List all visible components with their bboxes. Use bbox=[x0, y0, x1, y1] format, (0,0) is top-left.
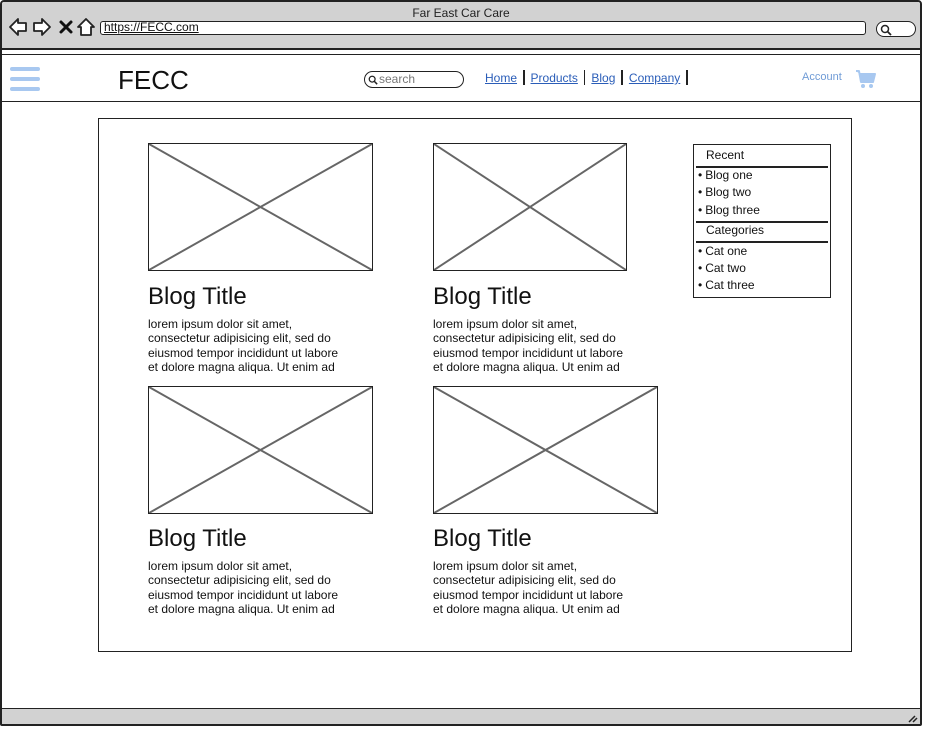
home-icon[interactable] bbox=[76, 17, 96, 37]
categories-heading: Categories bbox=[706, 223, 765, 237]
post-title[interactable]: Blog Title bbox=[433, 283, 532, 311]
image-placeholder bbox=[433, 386, 658, 514]
excerpt-line: eiusmod tempor incididunt ut labore bbox=[148, 345, 339, 360]
excerpt-line: eiusmod tempor incididunt ut labore bbox=[433, 587, 624, 602]
recent-heading: Recent bbox=[706, 148, 745, 162]
image-placeholder-icon bbox=[434, 144, 626, 270]
page-body: Blog Title lorem ipsum dolor sit amet, c… bbox=[2, 54, 920, 654]
excerpt-line: et dolore magna aliqua. Ut enim ad bbox=[433, 601, 620, 616]
excerpt-line: lorem ipsum dolor sit amet, bbox=[148, 317, 293, 331]
status-bar bbox=[2, 708, 920, 724]
image-placeholder-icon bbox=[149, 387, 372, 513]
image-placeholder-icon bbox=[149, 144, 372, 270]
recent-item[interactable]: Blog two bbox=[698, 185, 751, 199]
excerpt-line: et dolore magna aliqua. Ut enim ad bbox=[148, 359, 335, 374]
post-title[interactable]: Blog Title bbox=[148, 283, 247, 311]
blog-sidebar: Recent Blog one Blog two Blog three Cate… bbox=[693, 144, 831, 298]
category-item[interactable]: Cat two bbox=[698, 261, 746, 275]
post-title[interactable]: Blog Title bbox=[148, 525, 247, 553]
excerpt-line: lorem ipsum dolor sit amet, bbox=[433, 317, 578, 331]
excerpt-line: consectetur adipisicing elit, sed do bbox=[148, 573, 331, 588]
excerpt-line: et dolore magna aliqua. Ut enim ad bbox=[148, 601, 335, 616]
resize-grip-icon[interactable] bbox=[906, 713, 918, 723]
back-icon[interactable] bbox=[8, 17, 28, 37]
divider bbox=[696, 241, 828, 243]
window-title: Far East Car Care bbox=[412, 6, 510, 20]
browser-search-field[interactable] bbox=[876, 21, 916, 37]
excerpt-line: eiusmod tempor incididunt ut labore bbox=[148, 587, 339, 602]
image-placeholder bbox=[433, 143, 627, 271]
post-excerpt: lorem ipsum dolor sit amet, consectetur … bbox=[148, 317, 378, 374]
excerpt-line: consectetur adipisicing elit, sed do bbox=[148, 331, 331, 346]
recent-item[interactable]: Blog one bbox=[698, 168, 752, 182]
excerpt-line: lorem ipsum dolor sit amet, bbox=[148, 559, 293, 573]
post-excerpt: lorem ipsum dolor sit amet, consectetur … bbox=[148, 559, 378, 616]
image-placeholder bbox=[148, 386, 373, 514]
excerpt-line: eiusmod tempor incididunt ut labore bbox=[433, 345, 624, 360]
post-excerpt: lorem ipsum dolor sit amet, consectetur … bbox=[433, 317, 663, 374]
excerpt-line: et dolore magna aliqua. Ut enim ad bbox=[433, 359, 620, 374]
image-placeholder-icon bbox=[434, 387, 657, 513]
url-bar[interactable]: https://FECC.com bbox=[100, 21, 866, 35]
close-icon[interactable] bbox=[58, 17, 74, 37]
recent-item[interactable]: Blog three bbox=[698, 203, 760, 217]
browser-window: Far East Car Care https://FECC.com FECC … bbox=[0, 0, 922, 726]
excerpt-line: lorem ipsum dolor sit amet, bbox=[433, 559, 578, 573]
excerpt-line: consectetur adipisicing elit, sed do bbox=[433, 331, 616, 346]
search-icon bbox=[880, 24, 892, 36]
category-item[interactable]: Cat one bbox=[698, 244, 747, 258]
image-placeholder bbox=[148, 143, 373, 271]
post-excerpt: lorem ipsum dolor sit amet, consectetur … bbox=[433, 559, 663, 616]
content-area: Blog Title lorem ipsum dolor sit amet, c… bbox=[98, 118, 852, 652]
browser-chrome: Far East Car Care https://FECC.com bbox=[2, 2, 920, 50]
forward-icon[interactable] bbox=[32, 17, 52, 37]
category-item[interactable]: Cat three bbox=[698, 278, 754, 292]
post-title[interactable]: Blog Title bbox=[433, 525, 532, 553]
excerpt-line: consectetur adipisicing elit, sed do bbox=[433, 573, 616, 588]
